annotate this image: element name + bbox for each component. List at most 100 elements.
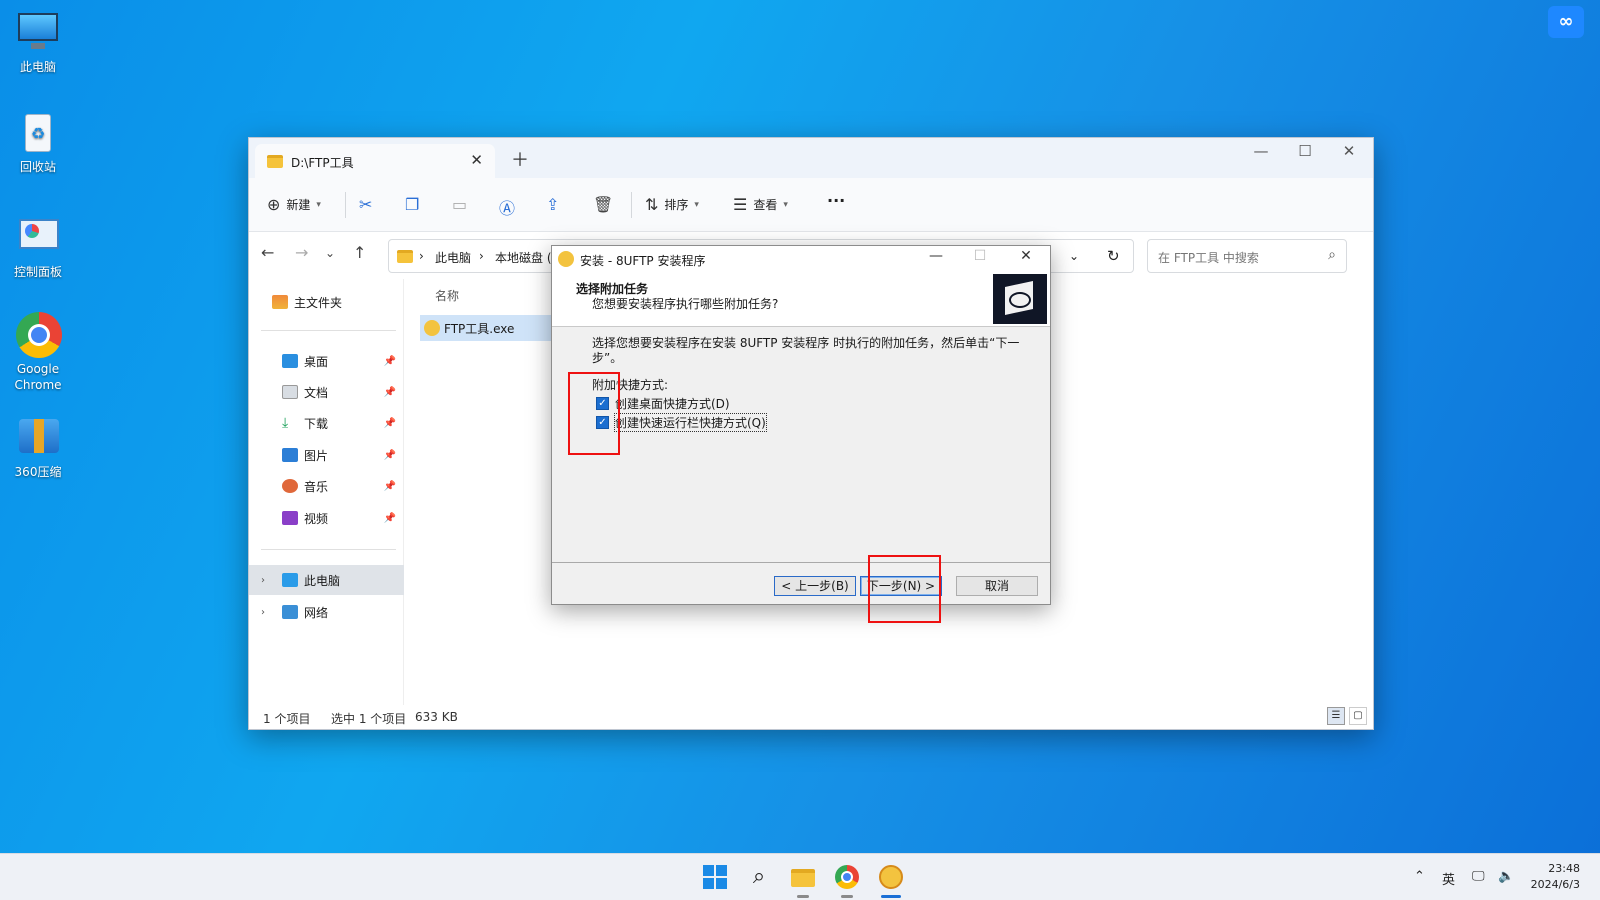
archive-icon [15, 415, 61, 461]
search-icon[interactable]: ⌕ [745, 863, 773, 891]
dialog-header: 选择附加任务 您想要安装程序执行哪些附加任务? [552, 272, 1050, 327]
toolbar-divider [631, 192, 632, 218]
back-arrow-icon[interactable]: ← [261, 243, 274, 262]
cut-button[interactable]: ✂ [359, 195, 372, 214]
tab-title: D:\FTP工具 [291, 156, 354, 170]
control-panel-icon [15, 215, 61, 261]
desktop-icon-control-panel[interactable]: 控制面板 [8, 215, 68, 280]
tiles-view-icon[interactable]: ▢ [1349, 707, 1367, 725]
sidebar-item-label: 视频 [304, 511, 329, 526]
sidebar-item-videos[interactable]: 视频 📌 [249, 503, 404, 533]
chevron-down-icon: ▾ [316, 199, 321, 210]
refresh-icon[interactable]: ↻ [1107, 247, 1120, 265]
pin-icon[interactable]: 📌 [384, 450, 396, 461]
desktop-icon-this-pc[interactable]: 此电脑 [8, 10, 68, 75]
chevron-down-icon: ▾ [694, 199, 699, 210]
chevron-right-icon[interactable]: › [261, 575, 265, 586]
pin-icon[interactable]: 📌 [384, 513, 396, 524]
status-size: 633 KB [415, 710, 458, 724]
desktop-icon-chrome[interactable]: Google Chrome [8, 312, 68, 393]
breadcrumb-separator: › [479, 249, 484, 263]
ftp-installer-icon[interactable] [877, 863, 905, 898]
pin-icon[interactable]: 📌 [384, 387, 396, 398]
close-tab-icon[interactable]: ✕ [470, 151, 483, 169]
sidebar-item-label: 音乐 [304, 479, 329, 494]
sidebar-item-home[interactable]: 主文件夹 [249, 287, 404, 317]
pin-icon[interactable]: 📌 [384, 481, 396, 492]
sidebar-item-desktop[interactable]: 桌面 📌 [249, 346, 404, 376]
rename-button[interactable]: Ⓐ [499, 195, 515, 219]
home-icon [272, 295, 288, 309]
up-arrow-icon[interactable]: ↑ [353, 243, 366, 262]
desktop-icon [282, 354, 298, 368]
sidebar-item-downloads[interactable]: ⤓ 下载 📌 [249, 408, 404, 438]
pictures-icon [282, 448, 298, 462]
more-button[interactable]: ··· [827, 191, 845, 210]
forward-arrow-icon[interactable]: → [295, 243, 308, 262]
desktop-icon-label: Google Chrome [14, 362, 62, 392]
desktop-icon-recycle-bin[interactable]: ♻ 回收站 [8, 110, 68, 175]
close-dialog-icon[interactable]: ✕ [1004, 248, 1048, 264]
recent-chevron-icon[interactable]: ⌄ [325, 246, 335, 260]
pin-icon[interactable]: 📌 [384, 356, 396, 367]
chevron-right-icon[interactable]: › [261, 607, 265, 618]
pin-icon[interactable]: 📌 [384, 418, 396, 429]
copy-button[interactable]: ❐ [405, 195, 419, 214]
tab-ftp-folder[interactable]: D:\FTP工具 ✕ [255, 144, 495, 178]
address-dropdown-icon[interactable]: ⌄ [1069, 249, 1079, 263]
copy-icon: ❐ [405, 195, 420, 214]
breadcrumb-this-pc[interactable]: 此电脑 [435, 249, 471, 266]
taskbar: ⌕ ⌃ 英 🖵 🔈 23:48 2024/6/3 [0, 853, 1600, 900]
network-icon[interactable]: 🖵 [1472, 869, 1485, 884]
baidu-netdisk-icon[interactable]: ∞ [1548, 6, 1584, 38]
search-box[interactable]: 在 FTP工具 中搜索 ⌕ [1147, 239, 1347, 273]
maximize-icon[interactable]: ☐ [1285, 142, 1325, 160]
share-icon: ⇪ [546, 195, 560, 214]
volume-icon[interactable]: 🔈 [1498, 869, 1514, 884]
delete-button[interactable]: 🗑 [593, 195, 613, 214]
status-selected: 选中 1 个项目 [331, 712, 407, 726]
paste-button[interactable]: ▭ [452, 195, 467, 214]
chrome-icon[interactable] [833, 863, 861, 898]
start-windows-icon[interactable] [701, 863, 729, 891]
view-button[interactable]: ☰ 查看 ▾ [733, 195, 788, 214]
desktop-icon-360zip[interactable]: 360压缩 [8, 415, 68, 480]
checkbox-label: 创建桌面快捷方式(D) [615, 397, 730, 411]
sidebar-item-documents[interactable]: 文档 📌 [249, 377, 404, 407]
sidebar-item-network[interactable]: › 网络 [249, 597, 404, 627]
new-label: 新建 [286, 198, 311, 212]
minimize-icon[interactable]: — [1241, 142, 1281, 160]
column-header-name[interactable]: 名称 [435, 287, 459, 304]
toolbar-divider [345, 192, 346, 218]
close-window-icon[interactable]: ✕ [1329, 142, 1369, 160]
new-button[interactable]: ⊕ 新建 ▾ [267, 195, 321, 214]
clock[interactable]: 23:48 2024/6/3 [1531, 861, 1580, 893]
minimize-icon[interactable]: — [914, 248, 958, 264]
sidebar-item-music[interactable]: 音乐 📌 [249, 471, 404, 501]
maximize-icon: ☐ [973, 248, 987, 264]
desktop-icon-label: 此电脑 [19, 60, 56, 74]
details-view-icon[interactable]: ☰ [1327, 707, 1345, 725]
breadcrumb-separator: › [419, 249, 424, 263]
sort-button[interactable]: ⇅ 排序 ▾ [645, 195, 699, 214]
cancel-button[interactable]: 取消 [956, 576, 1038, 596]
tray-chevron-up-icon[interactable]: ⌃ [1414, 869, 1425, 884]
clock-date: 2024/6/3 [1530, 878, 1580, 891]
chrome-icon [15, 312, 62, 358]
sidebar-item-this-pc[interactable]: › 此电脑 [249, 565, 404, 595]
status-bar: 1 个项目 选中 1 个项目 633 KB ☰ ▢ [249, 705, 1373, 729]
share-button[interactable]: ⇪ [546, 195, 559, 214]
video-icon [282, 511, 298, 525]
music-icon [282, 479, 298, 493]
rename-icon: Ⓐ [499, 199, 516, 218]
sidebar-item-label: 图片 [304, 448, 329, 463]
quicklaunch-shortcut-checkbox[interactable]: ✓ 创建快速运行栏快捷方式(Q) [596, 413, 767, 432]
ime-indicator[interactable]: 英 [1442, 869, 1455, 888]
checkbox-label: 创建快速运行栏快捷方式(Q) [614, 413, 767, 432]
breadcrumb-local-disk[interactable]: 本地磁盘 ( [495, 249, 552, 266]
folder-icon [267, 155, 283, 168]
file-explorer-icon[interactable] [789, 863, 817, 898]
new-tab-icon[interactable]: ＋ [511, 146, 529, 172]
sidebar-item-pictures[interactable]: 图片 📌 [249, 440, 404, 470]
back-button[interactable]: < 上一步(B) [774, 576, 856, 596]
